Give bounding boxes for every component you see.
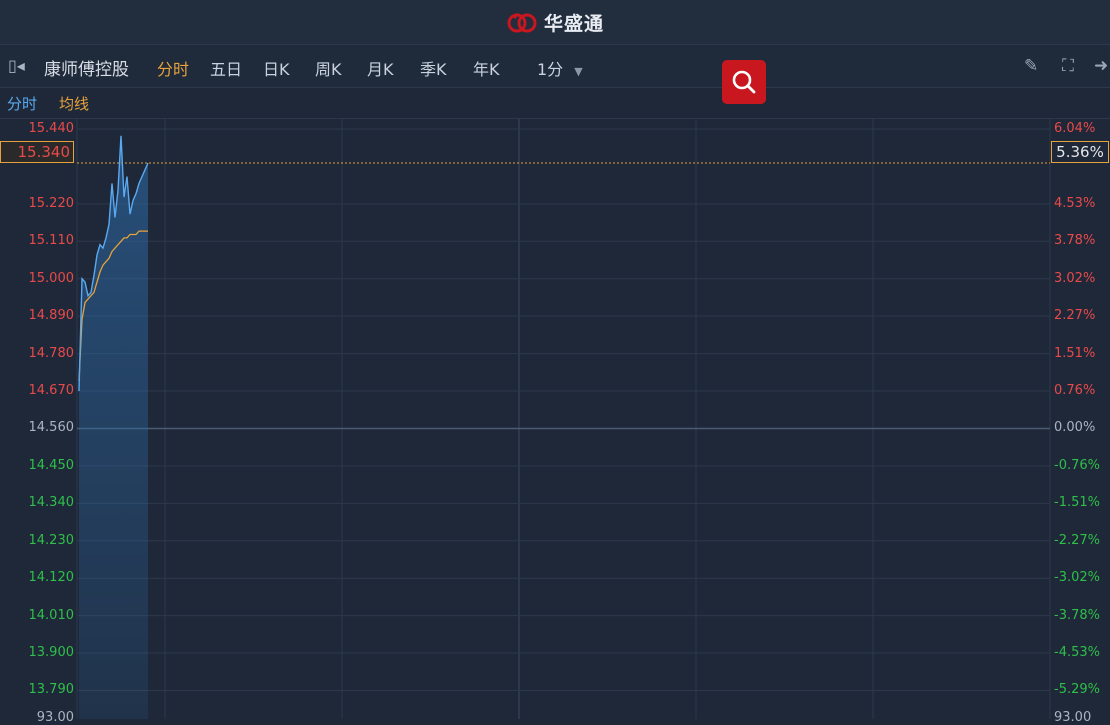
- y-tick-price: 15.440: [28, 121, 75, 136]
- y-tick-pct: 6.04%: [1054, 121, 1096, 136]
- y-tick-price: 14.670: [28, 383, 75, 399]
- y-tick-price: 14.340: [28, 495, 75, 511]
- y-tick-price: 14.560: [28, 420, 75, 436]
- y-tick-pct: 1.51%: [1054, 345, 1096, 361]
- bottom-label-left: 93.00: [36, 710, 74, 725]
- y-tick-price: 15.000: [28, 270, 75, 286]
- y-tick-pct: 0.76%: [1054, 383, 1096, 399]
- y-tick-price: 13.900: [28, 645, 75, 661]
- y-tick-pct: 4.53%: [1054, 195, 1096, 211]
- y-tick-pct: -0.76%: [1054, 457, 1100, 473]
- plot-area: [77, 119, 1050, 719]
- y-tick-price: 15.220: [28, 195, 75, 211]
- y-tick-pct: -4.53%: [1054, 645, 1100, 661]
- y-tick-pct: 0.00%: [1054, 420, 1096, 436]
- y-tick-pct: 2.27%: [1054, 308, 1096, 324]
- y-tick-price: 14.120: [28, 570, 75, 586]
- y-tick-pct: -1.51%: [1054, 495, 1100, 511]
- y-tick-price: 14.010: [28, 607, 75, 623]
- y-tick-pct: 3.02%: [1054, 270, 1096, 286]
- y-tick-price: 13.790: [28, 682, 75, 698]
- y-tick-price: 14.890: [28, 308, 75, 324]
- search-button[interactable]: [722, 60, 766, 104]
- search-icon: [732, 70, 756, 94]
- y-tick-price: 14.780: [28, 345, 75, 361]
- current-price-box: 15.340: [0, 141, 74, 163]
- intraday-chart[interactable]: [0, 0, 1110, 719]
- y-tick-price: 14.450: [28, 457, 75, 473]
- bottom-label-right: 93.00: [1054, 710, 1092, 725]
- y-tick-pct: -3.02%: [1054, 570, 1100, 586]
- current-pct-box: 5.36%: [1051, 141, 1109, 163]
- y-tick-pct: 3.78%: [1054, 233, 1096, 249]
- y-tick-pct: -2.27%: [1054, 532, 1100, 548]
- y-tick-pct: -5.29%: [1054, 682, 1100, 698]
- y-tick-price: 15.110: [28, 233, 75, 249]
- y-tick-pct: -3.78%: [1054, 607, 1100, 623]
- y-tick-price: 14.230: [28, 532, 75, 548]
